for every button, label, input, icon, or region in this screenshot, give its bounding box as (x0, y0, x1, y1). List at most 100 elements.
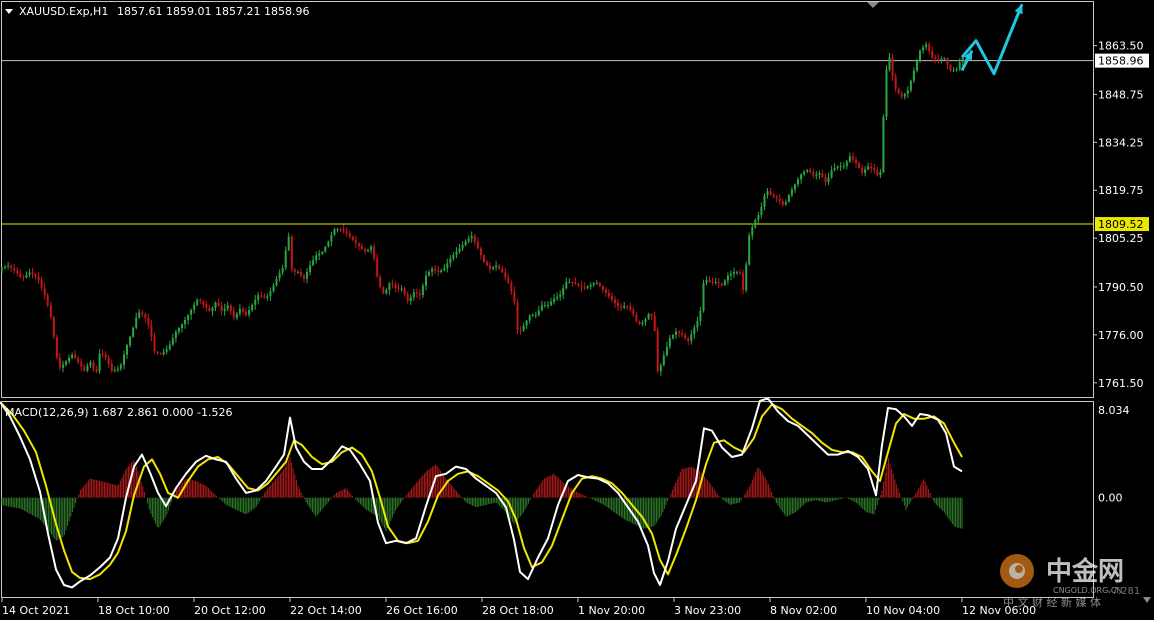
candle-body (104, 354, 107, 358)
candle (339, 227, 342, 232)
candle-body (635, 314, 638, 322)
candle (10, 263, 13, 272)
candle (952, 66, 955, 72)
candle (290, 234, 293, 273)
candle (412, 288, 415, 301)
candle-body (534, 315, 537, 316)
candle-body (336, 229, 339, 231)
candle-body (275, 278, 278, 286)
candle-body (418, 293, 421, 296)
candle-body (467, 238, 470, 242)
candle-body (827, 177, 830, 182)
candle (955, 67, 958, 72)
candle (699, 307, 702, 326)
candle (187, 314, 190, 325)
candle (858, 161, 860, 169)
candle (95, 365, 98, 373)
candle (882, 114, 885, 173)
candle-body (153, 336, 156, 352)
candle (116, 365, 119, 373)
candle (129, 335, 132, 348)
autoscroll-marker[interactable] (1143, 597, 1151, 603)
candle (525, 319, 528, 329)
candle-body (818, 173, 821, 175)
candle-body (757, 215, 760, 221)
macd-layer (0, 397, 963, 589)
candle-body (574, 282, 577, 284)
candle-body (65, 361, 67, 365)
candle (126, 344, 128, 359)
candle-body (333, 229, 336, 235)
symbol-dropdown-icon[interactable] (5, 9, 13, 14)
projection-arrow[interactable] (960, 3, 1024, 76)
candle (104, 350, 107, 361)
candle (516, 298, 519, 334)
candle (287, 232, 290, 252)
candle (656, 326, 659, 374)
candle-body (171, 338, 174, 345)
candle (879, 168, 882, 179)
candle (769, 188, 772, 196)
chart-shift-marker[interactable] (867, 2, 879, 8)
candle (324, 245, 327, 253)
ohlc-values: 1857.61 1859.01 1857.21 1858.96 (117, 5, 309, 18)
candle-body (229, 305, 232, 312)
candle (678, 329, 681, 338)
candle (565, 277, 568, 290)
candle-body (861, 168, 864, 173)
candle-body (62, 364, 64, 368)
candle-body (1, 267, 3, 269)
candle-body (13, 268, 16, 271)
candle-body (437, 270, 440, 272)
candle (772, 192, 775, 199)
candle-body (98, 353, 101, 372)
candle-body (156, 351, 159, 354)
candle (748, 232, 751, 266)
candle (135, 312, 138, 330)
candle (592, 282, 595, 287)
candle-body (165, 349, 168, 352)
candle-body (687, 338, 690, 341)
candle (58, 353, 61, 371)
candle (16, 267, 19, 277)
candle-body (848, 156, 851, 162)
y-tick-label: 1819.75 (1098, 184, 1144, 197)
candle-body (412, 292, 415, 298)
candle (177, 326, 180, 335)
candle-body (22, 276, 25, 278)
candle-body (641, 322, 644, 325)
candle-body (513, 291, 516, 303)
candle (132, 326, 135, 338)
candle-body (650, 314, 653, 316)
y-tick-label: 1776.00 (1098, 329, 1144, 342)
price-layer (1, 3, 1093, 376)
candle-body (589, 284, 592, 287)
candle (861, 164, 864, 176)
candle-body (955, 69, 958, 71)
candle (354, 235, 357, 248)
candle-body (391, 283, 394, 285)
candle (68, 354, 71, 365)
candle (900, 90, 903, 100)
candle-body (452, 255, 455, 259)
candle (720, 282, 723, 287)
candle-body (842, 166, 845, 168)
candle (675, 327, 677, 339)
candle (312, 255, 315, 267)
candle (19, 269, 22, 279)
candle-body (623, 306, 626, 308)
candle (263, 293, 266, 299)
candle (757, 211, 760, 224)
candle-body (836, 166, 839, 169)
candle-body (675, 331, 677, 335)
candle (522, 322, 525, 332)
candle-body (601, 286, 604, 290)
candle-body (77, 358, 80, 362)
candle-body (34, 274, 37, 277)
candle-body (726, 275, 729, 281)
candle-body (370, 246, 373, 251)
candle-body (101, 353, 104, 355)
candle-body (925, 44, 928, 48)
candle (388, 281, 391, 295)
candle-body (327, 241, 330, 247)
